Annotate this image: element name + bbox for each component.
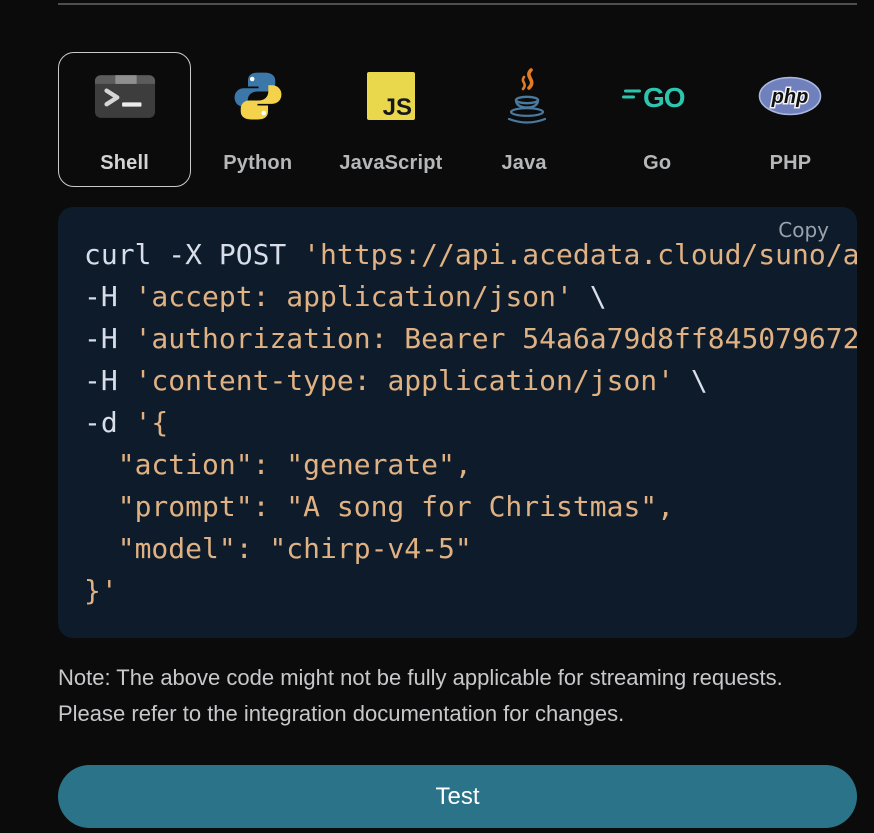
tab-go-label: Go [643, 152, 671, 175]
java-icon [500, 66, 548, 126]
tab-shell-label: Shell [100, 152, 149, 175]
svg-text:php: php [771, 86, 809, 108]
tab-java-label: Java [501, 152, 546, 175]
tab-javascript[interactable]: JS JavaScript [324, 52, 457, 187]
page: Shell Python JS JavaScript [0, 3, 874, 833]
tab-javascript-label: JavaScript [339, 152, 442, 175]
tab-go[interactable]: GO Go [591, 52, 724, 187]
language-tabs: Shell Python JS JavaScript [58, 52, 857, 187]
code-content: curl -X POST 'https://api.acedata.cloud/… [84, 234, 857, 612]
tab-shell[interactable]: Shell [58, 52, 191, 187]
tab-php[interactable]: php PHP [724, 52, 857, 187]
tab-java[interactable]: Java [458, 52, 591, 187]
php-icon: php [758, 66, 822, 126]
javascript-icon: JS [367, 66, 415, 126]
go-icon: GO [622, 66, 692, 126]
tab-php-label: PHP [770, 152, 812, 175]
svg-text:GO: GO [643, 82, 685, 111]
copy-button[interactable]: Copy [772, 217, 835, 243]
top-divider [58, 3, 857, 5]
tab-python-label: Python [223, 152, 292, 175]
python-icon [233, 66, 283, 126]
test-button[interactable]: Test [58, 765, 857, 828]
svg-text:JS: JS [383, 94, 412, 120]
note-text: Note: The above code might not be fully … [58, 660, 808, 732]
terminal-icon [94, 66, 156, 126]
tab-python[interactable]: Python [191, 52, 324, 187]
code-block[interactable]: Copy curl -X POST 'https://api.acedata.c… [58, 207, 857, 638]
